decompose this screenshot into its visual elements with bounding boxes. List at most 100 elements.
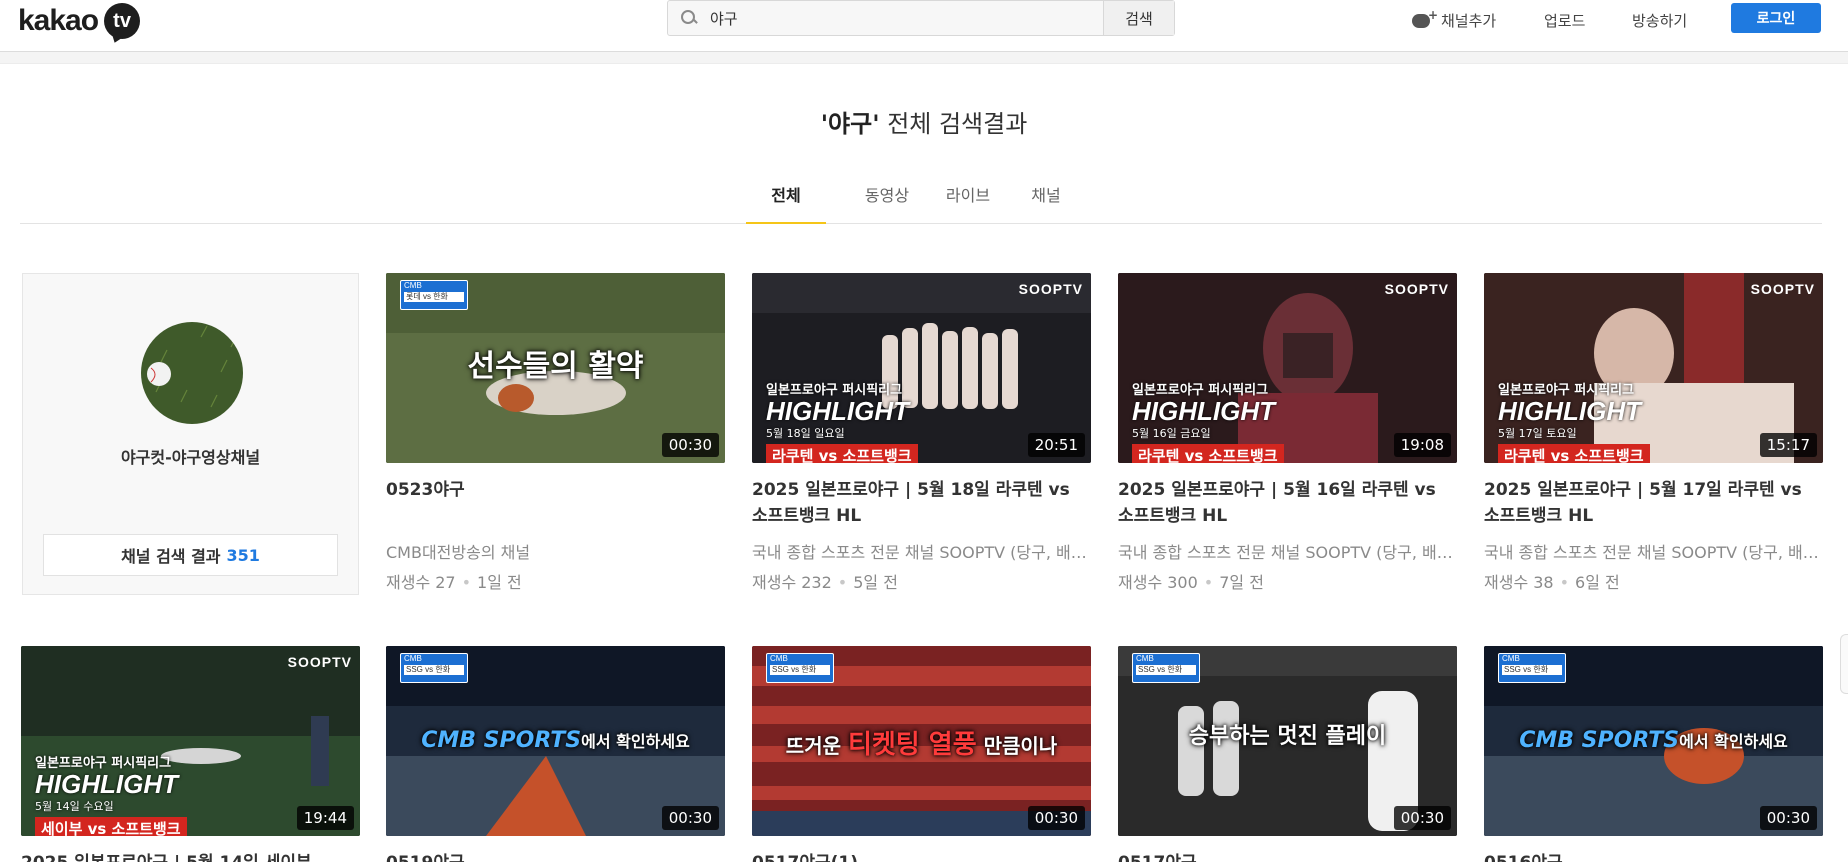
tab-live[interactable]: 라이브 [928,182,1008,224]
highlight-caption: 일본프로야구 퍼시픽리그 HIGHLIGHT 5월 18일 일요일 라쿠텐 vs… [766,379,918,463]
video-thumbnail[interactable]: CMB SSG vs 한화 뜨거운 티켓팅 열풍 만큼이나 00:30 [752,646,1091,836]
sooptv-logo: SOOPTV [1384,281,1449,297]
logo-tv-badge: tv [104,3,141,39]
title-suffix: 전체 검색결과 [887,110,1028,138]
video-title[interactable]: 2025 일본프로야구 | 5월 17일 라쿠텐 vs 소프트뱅크 HL [1484,477,1823,529]
video-channel[interactable]: CMB대전방송의 채널 [386,539,725,563]
result-tabs: 전체 동영상 라이브 채널 [20,176,1822,224]
highlight-match: 라쿠텐 vs 소프트뱅크 [766,444,918,463]
sooptv-logo: SOOPTV [1750,281,1815,297]
duration-badge: 19:44 [296,806,354,830]
highlight-caption: 일본프로야구 퍼시픽리그 HIGHLIGHT 5월 17일 토요일 라쿠텐 vs… [1498,379,1650,463]
video-card[interactable]: SOOPTV 일본프로야구 퍼시픽리그 HIGHLIGHT 5월 17일 토요일… [1484,273,1823,593]
video-channel[interactable]: 국내 종합 스포츠 전문 채널 SOOPTV (당구, 배구 등) [1484,539,1823,563]
search-field[interactable] [668,1,1103,35]
highlight-caption: 일본프로야구 퍼시픽리그 HIGHLIGHT 5월 16일 금요일 라쿠텐 vs… [1132,379,1284,463]
video-title[interactable]: 0519야구 [386,848,725,862]
tab-video[interactable]: 동영상 [847,182,927,224]
thumbnail-overlay-text: CMB SPORTS에서 확인하세요 [386,728,725,753]
highlight-match: 세이부 vs 소프트뱅크 [35,817,187,836]
video-meta: 재생수 300 • 7일 전 [1118,573,1264,592]
duration-badge: 15:17 [1759,433,1817,457]
overlay-brand: CMB SPORTS [1519,728,1680,753]
login-button[interactable]: 로그인 [1731,3,1821,33]
video-title[interactable]: 0516야구 [1484,848,1823,862]
upload-age: 7일 전 [1219,573,1264,592]
channel-results-button[interactable]: 채널 검색 결과 351 [43,534,338,576]
video-card[interactable]: CMBSSG vs 한화 CMB SPORTS에서 확인하세요 00:30 05… [386,646,725,862]
upload-link[interactable]: 업로드 [1544,10,1585,31]
upload-age: 5일 전 [853,573,898,592]
search-input[interactable] [710,9,1090,27]
tab-all[interactable]: 전체 [746,182,826,224]
highlight-label: HIGHLIGHT [766,396,909,426]
tab-channel[interactable]: 채널 [1016,182,1076,224]
video-thumbnail[interactable]: SOOPTV 일본프로야구 퍼시픽리그 HIGHLIGHT 5월 18일 일요일… [752,273,1091,463]
search-button[interactable]: 검색 [1103,1,1174,35]
overlay-part-b: 티켓팅 열풍 [847,730,977,760]
header-divider [0,52,1848,64]
video-title[interactable]: 2025 일본프로야구 | 5월 14일 세이부 [21,848,360,862]
video-card[interactable]: SOOPTV 일본프로야구 퍼시픽리그 HIGHLIGHT 5월 16일 금요일… [1118,273,1457,593]
thumbnail-overlay-text: CMB SPORTS에서 확인하세요 [1484,728,1823,753]
highlight-caption: 일본프로야구 퍼시픽리그 HIGHLIGHT 5월 14일 수요일 세이부 vs… [35,752,187,836]
avatar[interactable] [141,322,243,424]
video-thumbnail[interactable]: SOOPTV 일본프로야구 퍼시픽리그 HIGHLIGHT 5월 14일 수요일… [21,646,360,836]
search-bar: 검색 [667,0,1175,36]
highlight-label: HIGHLIGHT [35,769,178,799]
overlay-brand: CMB SPORTS [421,728,582,753]
cmb-badge: CMB SSG vs 한화 [1498,653,1566,683]
video-title[interactable]: 2025 일본프로야구 | 5월 16일 라쿠텐 vs 소프트뱅크 HL [1118,477,1457,529]
channel-name[interactable]: 야구컷-야구영상채널 [23,444,358,468]
page-title: '야구' 전체 검색결과 [0,104,1848,139]
duration-badge: 19:08 [1393,433,1451,457]
video-thumbnail[interactable]: SOOPTV 일본프로야구 퍼시픽리그 HIGHLIGHT 5월 16일 금요일… [1118,273,1457,463]
highlight-date: 5월 14일 수요일 [35,800,114,813]
side-scroll-handle[interactable] [1840,634,1848,694]
video-channel[interactable]: 국내 종합 스포츠 전문 채널 SOOPTV (당구, 배구 등) [752,539,1091,563]
kakao-tv-logo[interactable]: kakao tv [18,2,141,40]
duration-badge: 00:30 [1759,806,1817,830]
channel-card[interactable]: 야구컷-야구영상채널 채널 검색 결과 351 [22,273,359,595]
highlight-label: HIGHLIGHT [1498,396,1641,426]
highlight-label: HIGHLIGHT [1132,396,1275,426]
chat-plus-icon [1412,8,1438,28]
cmb-badge: CMB SSG vs 한화 [766,653,834,683]
channel-add-button[interactable]: 채널추가 [1412,8,1497,31]
video-thumbnail[interactable]: CMB 롯데 vs 한화 선수들의 활약 00:30 [386,273,725,463]
overlay-part-a: 뜨거운 [785,734,841,758]
video-thumbnail[interactable]: SOOPTV 일본프로야구 퍼시픽리그 HIGHLIGHT 5월 17일 토요일… [1484,273,1823,463]
highlight-date: 5월 17일 토요일 [1498,427,1577,440]
video-card[interactable]: SOOPTV 일본프로야구 퍼시픽리그 HIGHLIGHT 5월 14일 수요일… [21,646,360,862]
video-title[interactable]: 0517야구(1) [752,848,1091,862]
video-title[interactable]: 2025 일본프로야구 | 5월 18일 라쿠텐 vs 소프트뱅크 HL [752,477,1091,529]
video-title[interactable]: 0523야구 [386,477,725,529]
video-channel[interactable]: 국내 종합 스포츠 전문 채널 SOOPTV (당구, 배구 등) [1118,539,1457,563]
cmb-badge: CMB SSG vs 한화 [1132,653,1200,683]
video-thumbnail[interactable]: CMB SSG vs 한화 CMB SPORTS에서 확인하세요 00:30 [386,646,725,836]
search-icon [680,9,698,27]
highlight-date: 5월 18일 일요일 [766,427,845,440]
logo-text: kakao [18,4,99,37]
highlight-match: 라쿠텐 vs 소프트뱅크 [1498,444,1650,463]
cmb-badge: CMB 롯데 vs 한화 [400,280,468,310]
highlight-match: 라쿠텐 vs 소프트뱅크 [1132,444,1284,463]
thumbnail-overlay-text: 승부하는 멋진 플레이 [1188,724,1387,749]
video-thumbnail[interactable]: CMB SSG vs 한화 CMB SPORTS에서 확인하세요 00:30 [1484,646,1823,836]
overlay-part-c: 만큼이나 [983,734,1058,758]
broadcast-link[interactable]: 방송하기 [1632,10,1687,31]
query-text: '야구' [820,110,880,138]
video-card[interactable]: CMB 롯데 vs 한화 선수들의 활약 00:30 0523야구 CMB대전방송… [386,273,725,593]
video-title[interactable]: 0517야구 [1118,848,1457,862]
video-meta: 재생수 38 • 6일 전 [1484,573,1620,592]
duration-badge: 00:30 [1393,806,1451,830]
video-card[interactable]: CMBSSG vs 한화 승부하는 멋진 플레이 00:30 0517야구 [1118,646,1457,862]
video-card[interactable]: CMBSSG vs 한화 CMB SPORTS에서 확인하세요 00:30 05… [1484,646,1823,862]
video-card[interactable]: SOOPTV 일본프로야구 퍼시픽리그 HIGHLIGHT 5월 18일 일요일… [752,273,1091,593]
sooptv-logo: SOOPTV [287,654,352,670]
channel-add-label: 채널추가 [1441,12,1497,30]
video-card[interactable]: CMBSSG vs 한화 뜨거운 티켓팅 열풍 만큼이나 00:30 0517야… [752,646,1091,862]
video-thumbnail[interactable]: CMB SSG vs 한화 승부하는 멋진 플레이 00:30 [1118,646,1457,836]
overlay-suffix: 에서 확인하세요 [581,732,690,751]
overlay-suffix: 에서 확인하세요 [1679,732,1788,751]
